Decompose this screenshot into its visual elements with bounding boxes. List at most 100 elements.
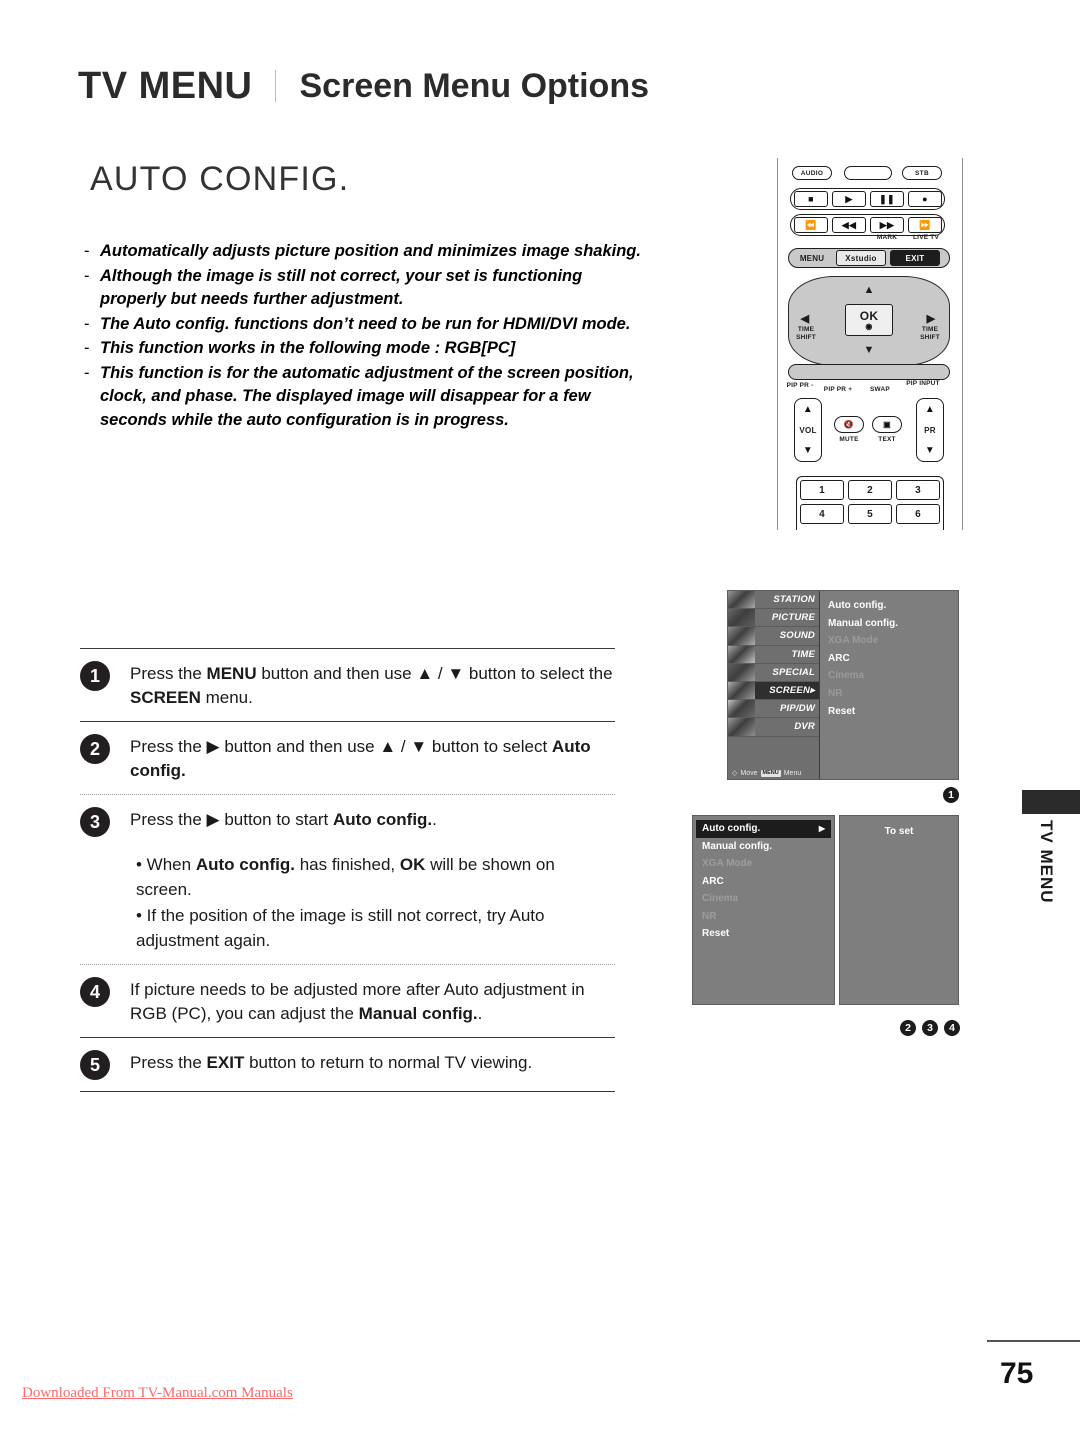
step-number-badge: 4 [80,977,110,1007]
step-text: Press the EXIT button to return to norma… [130,1053,533,1072]
osd-category-label: SCREEN▸ [769,685,815,697]
remote-left-edge [777,158,779,530]
remote-menu-button-label: MENU [799,254,825,263]
osd-sub-option-label: NR [702,910,717,922]
osd-sub-option-reset[interactable]: Reset [693,925,834,943]
description-dash: - [84,314,90,333]
remote-stop-button: ■ [794,191,828,207]
step-text: Press the ▶ button to start Auto config.… [130,810,437,829]
page-number: 75 [1000,1357,1034,1390]
remote-pip-pr-minus-label: PIP PR - [786,382,814,389]
osd-submenu-options: Auto config. ▶ Manual config. XGA Mode ARC Ci… [692,815,835,1005]
callout-badge-1: 1 [943,787,959,803]
remote-ok-button: OK ◉ [845,304,893,336]
remote-rewind-button: ◀◀ [832,217,866,233]
description-text: This function is for the automatic adjus… [100,363,634,429]
download-source-link[interactable]: Downloaded From TV-Manual.com Manuals [22,1385,293,1402]
osd-option-cinema: Cinema [828,670,865,682]
step-4: 4 If picture needs to be adjusted more af… [80,965,615,1037]
remote-pip-input-label: PIP INPUT [906,380,940,387]
remote-pr-rocker: ▲ PR ▼ [916,398,944,462]
osd-category-picture[interactable]: PICTURE [728,609,819,628]
remote-mark-label: MARK [876,234,898,241]
side-tab-label: TV MENU [1037,820,1056,904]
osd-category-time[interactable]: TIME [728,645,819,664]
osd-category-thumbnail [728,627,755,645]
remote-key-6: 6 [896,504,940,524]
page-header: TV MENU Screen Menu Options [78,58,978,114]
description-dash: - [84,242,90,260]
osd-sub-option-arc[interactable]: ARC [693,873,834,891]
remote-blank-button [844,166,892,180]
remote-text-label: TEXT [878,436,896,443]
osd-option-arc[interactable]: ARC [828,650,958,668]
osd-option-reset[interactable]: Reset [828,703,958,721]
osd-category-thumbnail [728,681,755,700]
remote-pause-button: ❚❚ [870,191,904,207]
callout-badge-2: 2 [900,1020,916,1036]
osd-sub-option-label: XGA Mode [702,858,753,869]
osd-category-label: DVR [794,721,815,733]
osd-category-thumbnail [728,591,755,609]
step-number-badge: 3 [80,807,110,837]
remote-timeshift-left-label: TIME SHIFT [796,326,816,341]
remote-skip-forward-button: ⏩ [908,217,942,233]
description-item: - This function works in the following mo… [84,337,644,361]
step-3: 3 Press the ▶ button to start Auto config… [80,795,615,848]
osd-sub-option-autoconfig[interactable]: Auto config. ▶ [696,820,831,838]
note-bullets: • When Auto config. has finished, OK wil… [80,848,615,964]
osd-sub-option-label: Reset [702,928,730,939]
remote-text-button: ▣ [872,416,902,433]
osd-category-thumbnail [728,645,755,663]
remote-rewind-to-start-button: ⏪ [794,217,828,233]
header-main-title: TV MENU [78,64,253,107]
osd-category-thumbnail [728,718,755,736]
osd-sub-option-cinema: Cinema [693,890,834,908]
remote-swap-label: SWAP [870,386,890,393]
osd-category-thumbnail [728,663,755,681]
description-dash: - [84,266,90,285]
footer-rule [987,1340,1080,1342]
osd-submenu-screenshot: Auto config. ▶ Manual config. XGA Mode ARC Ci… [692,815,959,1005]
osd-sub-option-label: Manual config. [702,840,772,852]
header-divider [274,70,276,102]
osd-category-sound[interactable]: SOUND [728,627,819,646]
step-5: 5 Press the EXIT button to return to norm… [80,1038,615,1091]
remote-dpad-up-icon: ▲ [863,284,875,296]
osd-category-label: PIP/DW [780,703,815,715]
step-number-badge: 2 [80,734,110,764]
remote-key-5: 5 [848,504,892,524]
description-text: The Auto config. functions don’t need to… [100,314,631,333]
remote-pip-arc [788,364,950,380]
callout-badge-4: 4 [944,1020,960,1036]
description-list: - Automatically adjusts picture position … [84,240,644,433]
osd-category-thumbnail [728,609,755,627]
note-bullet: • When Auto config. has finished, OK wil… [136,855,555,899]
osd-category-label: TIME [791,648,815,660]
osd-category-label: STATION [773,594,815,606]
remote-live-tv-label: LIVE TV [913,234,939,241]
osd-category-station[interactable]: STATION [728,591,819,610]
remote-timeshift-right-label: TIME SHIFT [920,326,940,341]
osd-category-pip/dw[interactable]: PIP/DW [728,700,819,719]
description-item: - This function is for the automatic adju… [84,362,644,433]
osd-category-label: SPECIAL [772,666,815,678]
osd-category-special[interactable]: SPECIAL [728,663,819,682]
osd-options-column: Auto config. Manual config. XGA Mode ARC Cin… [820,591,958,779]
remote-vol-rocker: ▲ VOL ▼ [794,398,822,462]
osd-category-thumbnail [728,700,755,718]
osd-category-label: PICTURE [771,612,815,624]
osd-option-manualconfig[interactable]: Manual config. [828,615,958,633]
osd-category-dvr[interactable]: DVR [728,718,819,737]
description-dash: - [84,339,90,357]
remote-pip-pr-plus-label: PIP PR + [823,386,853,393]
move-label: Move [740,769,758,777]
osd-footer-hints: ◇ Move MENU Menu [728,769,819,777]
osd-option-autoconfig[interactable]: Auto config. [828,597,958,615]
remote-control-illustration: AUDIO STB ■ ▶ ❚❚ ● ⏪ ◀◀ ▶▶ ⏩ MARK LIVE T… [772,158,968,530]
osd-category-screen[interactable]: SCREEN▸ [728,681,819,701]
remote-record-button: ● [908,191,942,207]
osd-sub-option-label: Auto config. [702,823,761,834]
description-text: Although the image is still not correct,… [100,266,583,309]
osd-sub-option-manualconfig[interactable]: Manual config. [693,838,834,856]
